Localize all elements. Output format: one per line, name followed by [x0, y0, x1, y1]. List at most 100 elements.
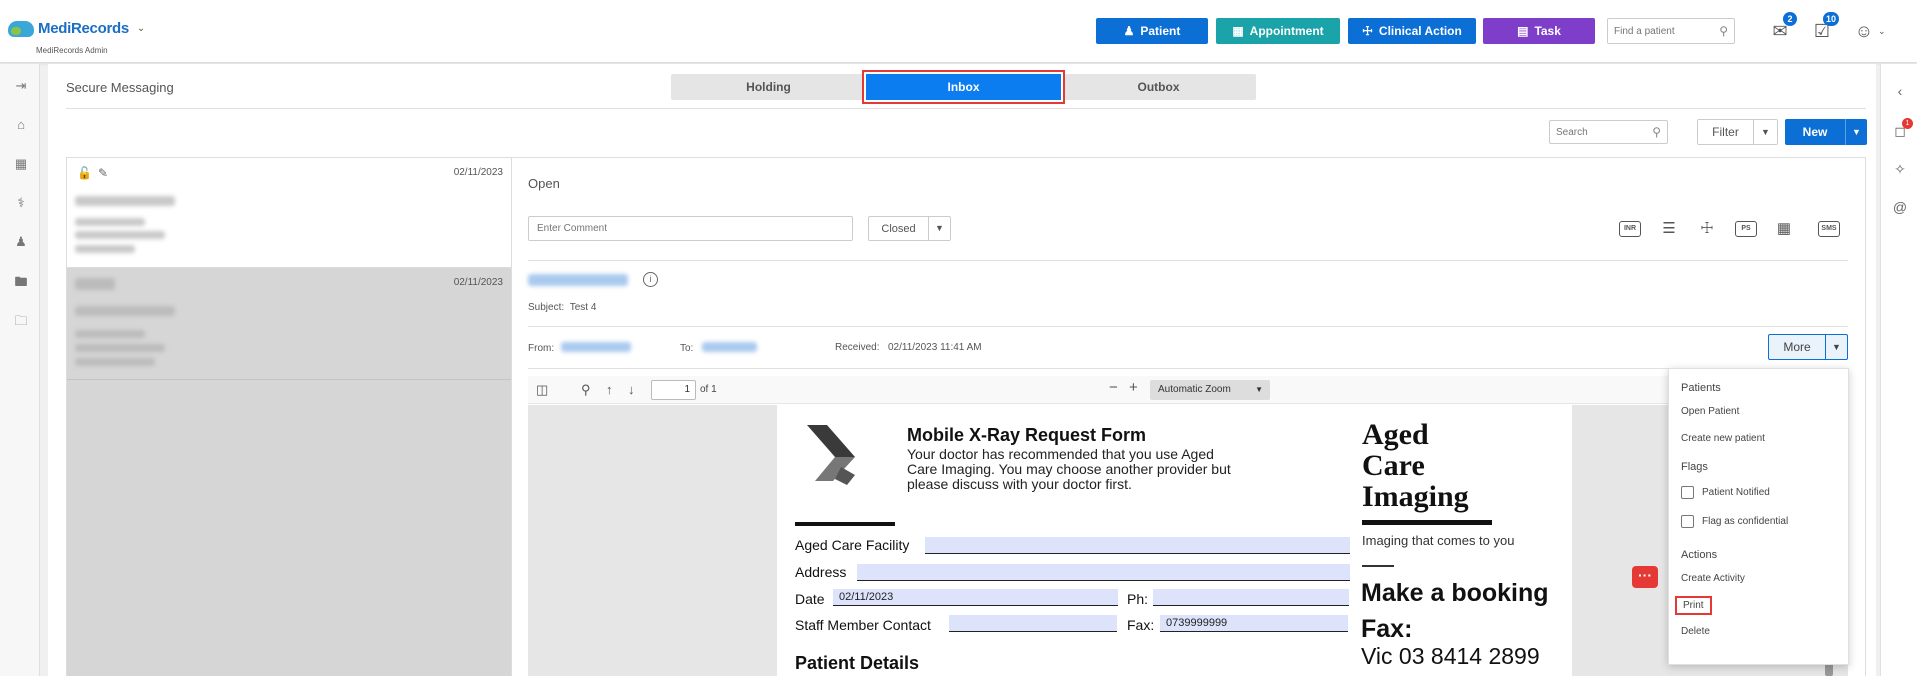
staff-contact-field[interactable] — [949, 615, 1117, 632]
arrow-up-icon[interactable]: ↑ — [606, 382, 613, 397]
flag-confidential-checkbox[interactable] — [1681, 515, 1694, 528]
clinical-icon[interactable]: ⚕ — [12, 195, 30, 213]
task-button[interactable]: ▤ Task — [1483, 18, 1595, 44]
brand-logo[interactable]: MediRecords ⌄ — [8, 20, 145, 37]
message-search-field[interactable]: ⚲ — [1549, 120, 1668, 144]
sidebar-toggle-icon[interactable]: ◫ — [536, 382, 548, 398]
chevron-down-icon[interactable]: ▼ — [928, 217, 950, 240]
list-item[interactable]: 02/11/2023 — [67, 268, 511, 380]
patient-button[interactable]: ♟ Patient — [1096, 18, 1208, 44]
more-dropdown-menu: Patients Open Patient Create new patient… — [1668, 368, 1849, 665]
chevron-down-icon[interactable]: ⌄ — [137, 23, 145, 34]
comment-input[interactable] — [528, 216, 853, 241]
facility-label: Aged Care Facility — [795, 537, 910, 553]
calendar-icon[interactable]: ▦ — [1773, 219, 1795, 239]
folder-icon[interactable]: 🖿 — [12, 273, 30, 291]
menu-item-create-activity[interactable]: Create Activity — [1681, 573, 1745, 584]
search-icon[interactable]: ⚲ — [1652, 125, 1661, 139]
menu-item-flag-confidential[interactable]: Flag as confidential — [1681, 515, 1788, 528]
menu-item-patient-notified[interactable]: Patient Notified — [1681, 486, 1770, 499]
calendar-icon[interactable]: ▦ — [12, 156, 30, 174]
message-date: 02/11/2023 — [453, 277, 503, 288]
address-field[interactable] — [857, 564, 1350, 581]
form-intro: Your doctor has recommended that you use… — [907, 446, 1231, 492]
tab-inbox[interactable]: Inbox — [866, 74, 1061, 100]
patients-icon[interactable]: ♟ — [12, 234, 30, 252]
fax-field[interactable]: 0739999999 — [1160, 615, 1348, 632]
status-select[interactable]: Closed ▼ — [868, 216, 951, 241]
pin-icon[interactable]: ✧ — [1891, 161, 1909, 179]
inr-icon-label: INR — [1619, 221, 1641, 237]
chevron-left-icon[interactable]: ‹ — [1891, 83, 1909, 101]
tab-holding[interactable]: Holding — [671, 74, 866, 100]
chevron-down-icon[interactable]: ⌄ — [1878, 26, 1886, 37]
redacted-text — [75, 231, 165, 239]
chevron-down-icon[interactable]: ▼ — [1825, 335, 1847, 359]
message-folder-tabs: Holding Inbox Outbox — [671, 74, 1256, 100]
find-patient-field[interactable]: ⚲ — [1607, 18, 1735, 44]
user-avatar-icon[interactable]: ☺ — [1853, 20, 1875, 42]
find-patient-input[interactable] — [1614, 25, 1714, 37]
more-button[interactable]: More ▼ — [1768, 334, 1848, 360]
at-sign-icon[interactable]: @ — [1891, 199, 1909, 217]
appointment-button[interactable]: ▦ Appointment — [1216, 18, 1340, 44]
unlock-icon[interactable]: 🔓 — [77, 166, 92, 180]
arrow-down-icon[interactable]: ↓ — [628, 382, 635, 397]
search-icon[interactable]: ⚲ — [1719, 24, 1728, 38]
provider-name-line1: Aged — [1362, 418, 1429, 451]
flag-confidential-label: Flag as confidential — [1702, 516, 1789, 527]
redacted-text — [75, 330, 145, 338]
chat-icon[interactable]: ◻ 1 — [1891, 118, 1913, 141]
edit-icon[interactable]: ✎ — [98, 166, 108, 180]
received-label: Received: — [835, 342, 880, 353]
inr-icon[interactable]: INR — [1619, 219, 1641, 239]
medical-case-icon[interactable]: ☩ — [1696, 219, 1718, 239]
zoom-out-icon[interactable]: − — [1109, 379, 1118, 396]
redacted-text — [75, 218, 145, 226]
tasks-badge: 10 — [1822, 12, 1839, 26]
task-button-label: Task — [1534, 24, 1561, 38]
phone-field[interactable] — [1153, 589, 1349, 606]
sms-icon-label: SMS — [1818, 221, 1840, 237]
new-message-button[interactable]: New ▼ — [1785, 119, 1867, 145]
menu-section-flags: Flags — [1681, 461, 1708, 473]
filter-button[interactable]: Filter ▼ — [1697, 119, 1778, 145]
menu-item-print[interactable]: Print — [1677, 598, 1710, 613]
zoom-select-value: Automatic Zoom — [1158, 384, 1231, 395]
list-item[interactable]: 🔓 ✎ 02/11/2023 — [67, 158, 511, 268]
logo-underline — [795, 522, 895, 526]
ps-icon[interactable]: PS — [1735, 219, 1757, 239]
date-field[interactable]: 02/11/2023 — [833, 589, 1118, 606]
menu-item-open-patient[interactable]: Open Patient — [1681, 406, 1739, 417]
short-rule — [1362, 565, 1394, 567]
menu-item-delete[interactable]: Delete — [1681, 626, 1710, 637]
chevron-down-icon[interactable]: ▼ — [1753, 120, 1777, 144]
message-status: Open — [528, 176, 560, 191]
facility-field[interactable] — [925, 537, 1350, 554]
mail-icon[interactable]: ✉ 2 — [1769, 12, 1797, 42]
search-icon[interactable]: ⚲ — [581, 382, 591, 398]
page-number-input[interactable]: 1 — [651, 380, 696, 400]
menu-section-actions: Actions — [1681, 549, 1718, 561]
info-icon[interactable]: i — [643, 272, 658, 287]
message-search-input[interactable] — [1556, 126, 1646, 138]
zoom-in-icon[interactable]: + — [1129, 379, 1138, 396]
redacted-text — [75, 306, 175, 316]
brand-subtitle: MediRecords Admin — [36, 46, 108, 55]
sms-icon[interactable]: SMS — [1818, 219, 1840, 239]
zoom-select[interactable]: Automatic Zoom ▼ — [1150, 380, 1270, 400]
expand-menu-icon[interactable]: ⇥ — [12, 78, 30, 96]
home-icon[interactable]: ⌂ — [12, 117, 30, 135]
patient-notified-checkbox[interactable] — [1681, 486, 1694, 499]
task-list-icon[interactable]: ☑ 10 — [1811, 12, 1839, 42]
to-label: To: — [680, 343, 694, 354]
aged-care-imaging-logo — [807, 425, 855, 485]
mail-badge: 2 — [1783, 12, 1797, 26]
tab-outbox[interactable]: Outbox — [1061, 74, 1256, 100]
chevron-down-icon[interactable]: ▼ — [1845, 119, 1867, 145]
folder-share-icon[interactable]: 🗀 — [12, 312, 30, 330]
menu-item-create-new-patient[interactable]: Create new patient — [1681, 433, 1765, 444]
clinical-action-button[interactable]: ☩ Clinical Action — [1348, 18, 1476, 44]
list-icon[interactable]: ☰ — [1658, 219, 1680, 239]
more-options-icon[interactable]: ··· — [1632, 566, 1658, 588]
